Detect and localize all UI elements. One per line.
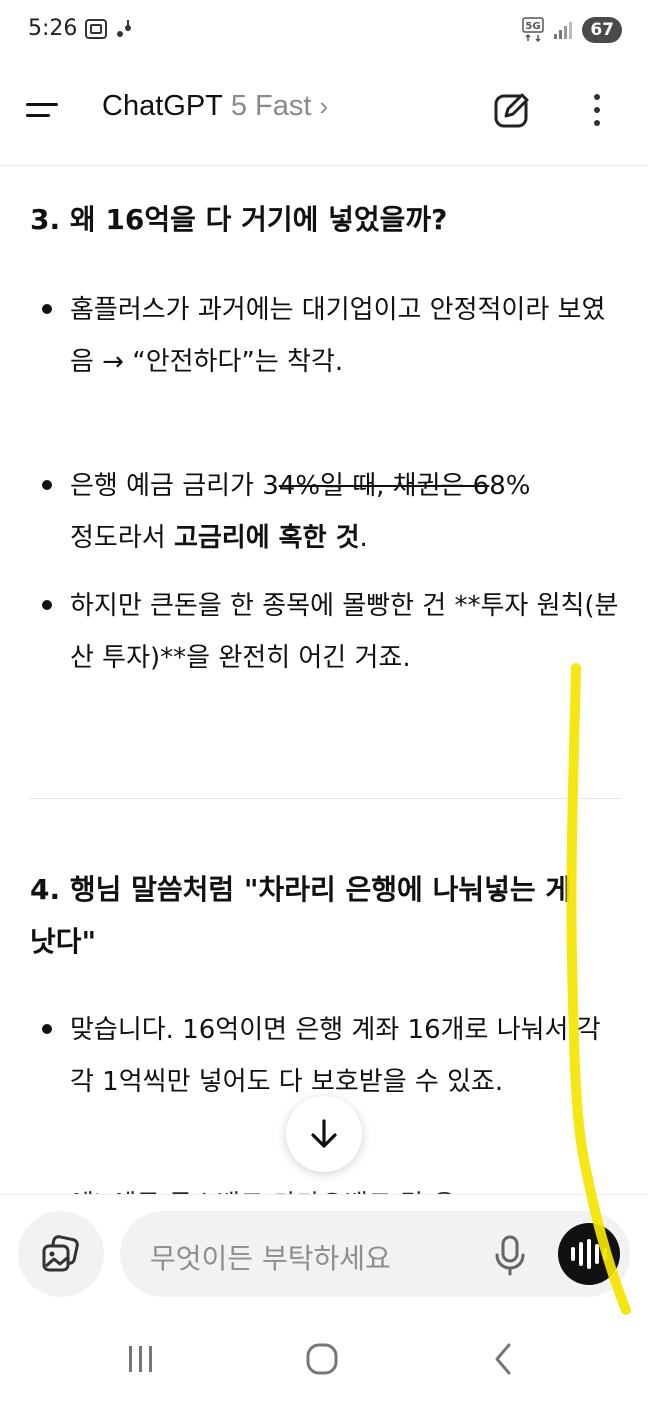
message-input[interactable]: 무엇이든 부탁하세요 [120, 1211, 630, 1297]
strikethrough-text: 4%일 때, 채권은 6 [278, 471, 490, 501]
battery-badge: 67 [582, 17, 622, 43]
list-item: 홈플러스가 과거에는 대기업이고 안정적이라 보였음 → “안전하다”는 착각. [42, 284, 622, 388]
app-header: ChatGPT 5 Fast › [0, 62, 648, 166]
signal-icon [554, 22, 573, 39]
network-5g-icon: 5G [522, 17, 545, 43]
voice-mode-button[interactable] [558, 1223, 620, 1285]
section-heading: 4. 행님 말씀처럼 "차라리 은행에 나눠넣는 게 낫다" [30, 873, 572, 958]
recent-apps-button[interactable] [120, 1342, 160, 1376]
voice-wave-icon [571, 1247, 575, 1261]
notification-icon [117, 20, 131, 37]
chevron-right-icon: › [319, 91, 329, 121]
mic-icon [495, 1235, 525, 1276]
list-item-text: 하지만 큰돈을 한 종목에 몰빵한 건 **투자 원칙(분산 투자)**을 완전… [70, 591, 619, 673]
more-options-button[interactable] [580, 88, 614, 132]
menu-icon-line [26, 114, 50, 117]
back-button[interactable] [484, 1342, 524, 1376]
mic-button[interactable] [490, 1233, 530, 1277]
model-name: 5 Fast [230, 90, 312, 122]
bullet-dot [42, 304, 52, 314]
edit-icon [494, 93, 529, 128]
text-segment: 정도라서 [70, 523, 174, 553]
input-placeholder: 무엇이든 부탁하세요 [150, 1242, 391, 1275]
menu-icon [26, 103, 58, 106]
voice-bar [603, 1248, 607, 1260]
list-item-text: 홈플러스가 과거에는 대기업이고 안정적이라 보였음 → “안전하다”는 착각. [70, 295, 606, 377]
list-item: 은행 예금 금리가 34%일 때, 채권은 68% 정도라서 고금리에 혹한 것… [42, 460, 622, 564]
text-segment: 8% [489, 471, 531, 501]
model-selector[interactable]: ChatGPT 5 Fast › [102, 90, 328, 123]
list-item-text: 은행 예금 금리가 34%일 때, 채권은 68% 정도라서 고금리에 혹한 것… [70, 460, 622, 564]
composer: 무엇이든 부탁하세요 [0, 1194, 648, 1314]
status-time: 5:26 [28, 16, 78, 41]
voice-bar [579, 1242, 583, 1266]
home-icon [306, 1343, 338, 1375]
screenshot-icon [85, 19, 107, 39]
attach-button[interactable] [18, 1211, 104, 1297]
bold-text: 고금리에 혹한 것 [173, 523, 360, 553]
menu-button[interactable] [26, 90, 76, 130]
image-attach-icon [42, 1235, 79, 1272]
new-chat-button[interactable] [490, 88, 534, 132]
status-icons-left [84, 18, 134, 40]
recent-apps-icon [129, 1346, 152, 1372]
status-right: 5G 67 [522, 17, 622, 43]
system-nav-bar [0, 1314, 648, 1404]
text-segment: 은행 예금 금리가 3 [70, 471, 279, 501]
list-item: 맞습니다. 16억이면 은행 계좌 16개로 나눠서 각각 1억씩만 넣어도 다… [42, 1004, 622, 1108]
list-item: 하지만 큰돈을 한 종목에 몰빵한 건 **투자 원칙(분산 투자)**을 완전… [42, 580, 622, 684]
list-item-text: 맞습니다. 16억이면 은행 계좌 16개로 나눠서 각각 1억씩만 넣어도 다… [70, 1015, 601, 1097]
voice-bar [587, 1239, 591, 1269]
svg-text:5G: 5G [526, 21, 541, 32]
status-bar: 5:26 5G 67 [0, 0, 648, 62]
voice-bar [595, 1244, 599, 1264]
section-divider [30, 798, 620, 799]
more-dot [594, 120, 600, 126]
more-dot [594, 107, 600, 113]
bullet-dot [42, 600, 52, 610]
chat-content[interactable]: 3. 왜 16억을 다 거기에 넣었을까? 홈플러스가 과거에는 대기업이고 안… [0, 166, 648, 1194]
text-segment: . [359, 523, 368, 553]
scroll-down-button[interactable] [286, 1096, 362, 1172]
bullet-dot [42, 1024, 52, 1034]
bullet-dot [42, 480, 52, 490]
section-heading: 3. 왜 16억을 다 거기에 넣었을까? [30, 203, 448, 236]
arrow-down-icon [311, 1119, 337, 1148]
home-button[interactable] [302, 1342, 342, 1376]
partial-text-line: 예) 예금 투스뱅크 카카오뱅크 각 은 [70, 1184, 456, 1194]
back-icon [495, 1343, 511, 1375]
app-name: ChatGPT [102, 90, 223, 122]
more-vertical-icon [594, 94, 600, 100]
